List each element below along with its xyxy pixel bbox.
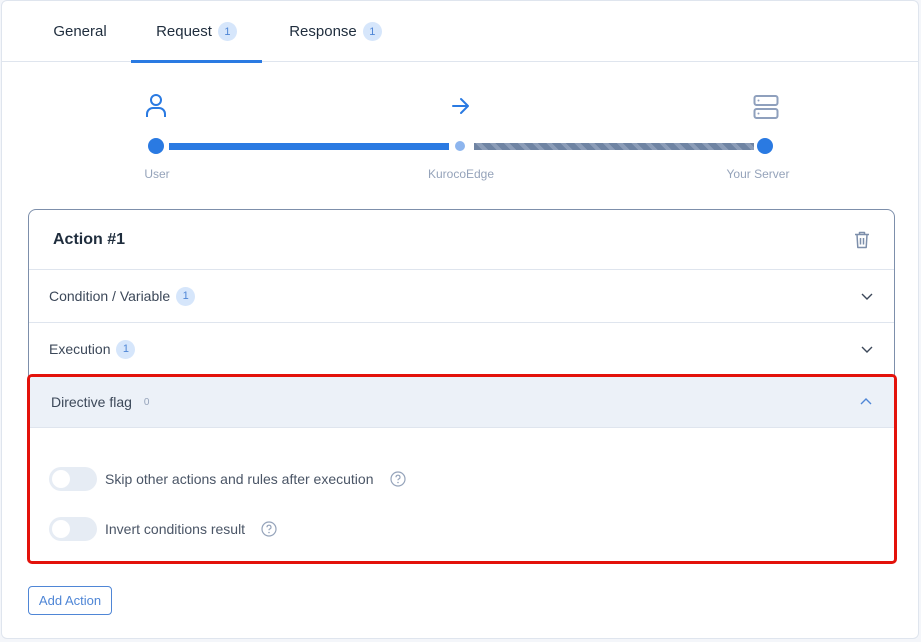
server-icon <box>753 95 779 119</box>
tab-response-label: Response <box>289 23 357 40</box>
section-condition-variable-badge: 1 <box>176 286 196 306</box>
flow-node-user <box>148 138 164 154</box>
flow-label-kurocoedge: KurocoEdge <box>427 167 495 181</box>
section-directive-flag: Directive flag 0 Skip other actions and … <box>27 374 897 564</box>
section-condition-variable-label: Condition / Variable <box>49 288 171 304</box>
tab-request[interactable]: Request 1 <box>131 1 262 63</box>
section-directive-flag-count: 0 <box>143 396 150 408</box>
trash-icon[interactable] <box>854 231 870 249</box>
invert-conditions-toggle[interactable] <box>49 517 97 541</box>
section-execution[interactable]: Execution 1 <box>29 323 894 376</box>
flow-line-active <box>169 143 449 150</box>
chevron-down-icon[interactable] <box>860 289 874 303</box>
toggle-row-skip-other-actions: Skip other actions and rules after execu… <box>49 467 406 491</box>
chevron-up-icon[interactable] <box>859 395 873 409</box>
help-icon[interactable] <box>261 521 277 537</box>
section-directive-flag-label: Directive flag <box>51 394 132 410</box>
tab-response-badge: 1 <box>362 22 382 41</box>
flow-node-kurocoedge <box>455 141 465 151</box>
help-icon[interactable] <box>389 471 406 487</box>
tab-general[interactable]: General <box>30 1 130 62</box>
skip-other-actions-label: Skip other actions and rules after execu… <box>105 471 374 487</box>
section-execution-badge: 1 <box>116 339 136 359</box>
section-execution-label: Execution <box>49 341 111 357</box>
rule-editor-panel: General Request 1 Response 1 User Kuroco… <box>1 0 919 639</box>
flow-line-inactive <box>474 143 754 150</box>
section-condition-variable[interactable]: Condition / Variable 1 <box>29 270 894 323</box>
arrow-right-icon <box>452 98 469 114</box>
tab-bar: General Request 1 Response 1 <box>2 1 918 63</box>
flow-label-user: User <box>144 167 170 181</box>
flow-label-server: Your Server <box>726 167 790 181</box>
tab-request-label: Request <box>156 23 212 40</box>
toggle-knob <box>52 520 70 538</box>
chevron-down-icon[interactable] <box>860 342 874 356</box>
request-flow-diagram: User KurocoEdge Your Server <box>2 63 918 203</box>
action-card-header: Action #1 <box>29 210 894 270</box>
user-icon <box>146 94 166 117</box>
section-directive-flag-header[interactable]: Directive flag 0 <box>30 377 894 428</box>
invert-conditions-label: Invert conditions result <box>105 521 246 537</box>
skip-other-actions-toggle[interactable] <box>49 467 97 491</box>
tab-request-badge: 1 <box>217 22 237 41</box>
flow-node-server <box>757 138 773 154</box>
toggle-knob <box>52 470 70 488</box>
tab-response[interactable]: Response 1 <box>263 1 408 62</box>
toggle-row-invert-conditions: Invert conditions result <box>49 517 277 541</box>
tab-general-label: General <box>53 23 107 40</box>
add-action-button[interactable]: Add Action <box>28 586 112 615</box>
action-title: Action #1 <box>53 230 126 248</box>
action-card: Action #1 Condition / Variable 1 Executi… <box>27 209 897 564</box>
